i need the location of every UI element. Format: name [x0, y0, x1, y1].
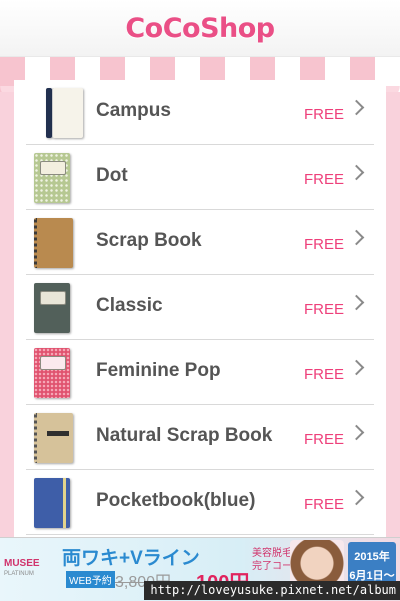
list-item-scrap-book[interactable]: Scrap Book FREE [26, 210, 374, 275]
app-logo: CoCoShop [125, 12, 275, 44]
item-price: FREE [303, 171, 344, 188]
item-price: FREE [303, 301, 344, 318]
chevron-right-icon [348, 424, 365, 441]
ad-headline: 両ワキ+Vライン [62, 548, 200, 569]
item-title: Natural Scrap Book [96, 425, 273, 446]
chevron-right-icon [348, 229, 365, 246]
chevron-right-icon [348, 294, 365, 311]
list-item-dot[interactable]: Dot FREE [26, 145, 374, 210]
item-price: FREE [303, 366, 344, 383]
list-item-classic[interactable]: Classic FREE [26, 275, 374, 340]
ad-brand: MUSEE [4, 558, 40, 569]
chevron-right-icon [348, 359, 365, 376]
notebook-label [47, 431, 69, 436]
item-title: Dot [96, 165, 128, 186]
chevron-right-icon [348, 489, 365, 506]
list-item-natural-scrap-book[interactable]: Natural Scrap Book FREE [26, 405, 374, 470]
list-item-pocketbook-blue[interactable]: Pocketbook(blue) FREE [26, 470, 374, 535]
notebook-band [63, 478, 66, 528]
chevron-right-icon [348, 164, 365, 181]
notebook-thumbnail-dot [34, 153, 70, 203]
watermark-url: http://loveyusuke.pixnet.net/album [144, 581, 400, 600]
item-price: FREE [303, 236, 344, 253]
notebook-thumbnail-pocketbook-blue [34, 478, 70, 528]
item-price: FREE [303, 106, 344, 123]
item-title: Campus [96, 100, 171, 121]
item-price: FREE [303, 496, 344, 513]
notebook-label [40, 291, 66, 305]
notebook-thumbnail-natural-scrap-book [34, 413, 73, 463]
ad-web-label: WEB予約 [66, 571, 115, 588]
ad-date-box: 2015年 6月1日～ [348, 542, 396, 586]
item-title: Classic [96, 295, 163, 316]
left-side-panel [0, 92, 14, 537]
notebook-thumbnail-feminine-pop [34, 348, 70, 398]
item-price: FREE [303, 431, 344, 448]
notebook-label [40, 161, 66, 175]
notebook-cover [52, 88, 83, 138]
list-item-campus[interactable]: Campus FREE [26, 80, 374, 145]
item-title: Pocketbook(blue) [96, 490, 256, 511]
ad-date-year: 2015年 [354, 551, 390, 563]
notebook-thumbnail-classic [34, 283, 70, 333]
item-title: Scrap Book [96, 230, 202, 251]
item-title: Feminine Pop [96, 360, 221, 381]
ad-brand-sub: PLATINUM [4, 571, 34, 577]
right-side-panel [386, 92, 400, 537]
notebook-thumbnail-scrap-book [34, 218, 73, 268]
chevron-right-icon [348, 99, 365, 116]
notebook-label [40, 356, 66, 370]
app-header: CoCoShop [0, 0, 400, 56]
list-item-feminine-pop[interactable]: Feminine Pop FREE [26, 340, 374, 405]
notebook-list: Campus FREE Dot FREE Scrap Book FREE Cla… [14, 80, 386, 537]
